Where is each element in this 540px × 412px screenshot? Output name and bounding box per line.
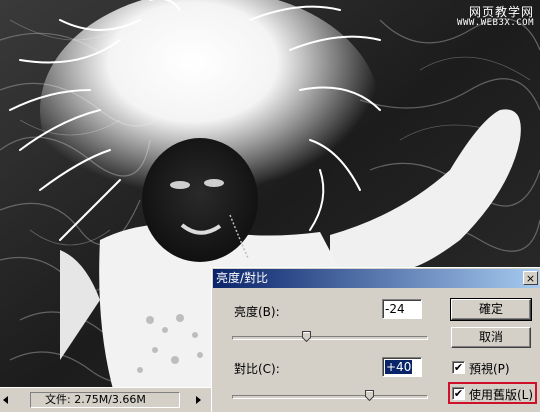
left-arrow-icon[interactable] bbox=[3, 396, 8, 404]
cancel-button[interactable]: 取消 bbox=[451, 327, 531, 348]
dialog-titlebar[interactable]: 亮度/對比 × bbox=[213, 269, 539, 288]
preview-label: 預視(P) bbox=[469, 362, 510, 376]
brightness-input[interactable]: -24 bbox=[382, 299, 422, 319]
document-status-bar: 文件: 2.75M/3.66M bbox=[0, 387, 212, 412]
preview-checkbox[interactable]: ✔ bbox=[452, 361, 465, 374]
dialog-title: 亮度/對比 bbox=[216, 271, 269, 285]
close-button[interactable]: × bbox=[523, 271, 538, 285]
brightness-slider-track[interactable] bbox=[232, 336, 428, 340]
ok-button[interactable]: 確定 bbox=[450, 298, 532, 321]
watermark-title: 网页教学网 bbox=[468, 5, 534, 19]
watermark-url: WWW.WEB3X.COM bbox=[457, 17, 534, 28]
contrast-slider-track[interactable] bbox=[232, 395, 428, 399]
legacy-checkbox[interactable]: ✔ bbox=[452, 387, 465, 400]
brightness-label: 亮度(B): bbox=[234, 305, 280, 319]
site-watermark: 网页教学网 WWW.WEB3X.COM bbox=[457, 6, 534, 28]
legacy-label: 使用舊版(L) bbox=[469, 388, 534, 402]
right-arrow-icon[interactable] bbox=[196, 396, 201, 404]
brightness-slider-thumb[interactable] bbox=[301, 331, 311, 342]
contrast-slider-thumb[interactable] bbox=[364, 390, 374, 401]
brightness-contrast-dialog: 亮度/對比 × 亮度(B): -24 對比(C): +40 確定 取消 ✔ 預視… bbox=[211, 267, 540, 412]
contrast-input[interactable]: +40 bbox=[382, 357, 422, 377]
document-size-info: 文件: 2.75M/3.66M bbox=[30, 392, 180, 408]
contrast-label: 對比(C): bbox=[234, 362, 280, 376]
contrast-value-selected: +40 bbox=[385, 360, 413, 374]
